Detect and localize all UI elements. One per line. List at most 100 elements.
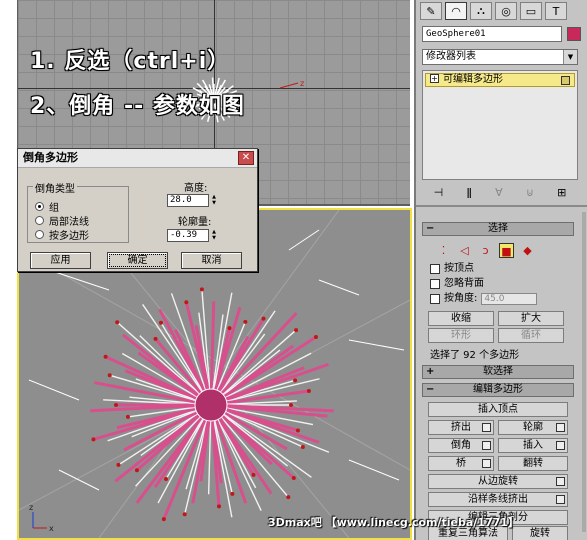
border-level-icon[interactable]: ↄ	[478, 243, 493, 258]
radio-by-polygon[interactable]: 按多边形	[35, 227, 89, 242]
remove-modifier-icon[interactable]: ⊍	[526, 186, 534, 199]
dialog-titlebar[interactable]: 倒角多边形 ✕	[18, 149, 257, 168]
ok-button[interactable]: 确定	[107, 252, 168, 269]
selection-rollout-title: 选择	[488, 223, 508, 234]
subobject-level-icons: ⁚ ◁ ↄ ■ ◆	[436, 242, 556, 258]
bevel-label: 倒角	[451, 440, 471, 451]
modifier-list-label: 修改器列表	[426, 51, 476, 62]
grow-button[interactable]: 扩大	[498, 311, 564, 326]
flip-button[interactable]: 翻转	[498, 456, 568, 471]
show-end-result-icon[interactable]: ǁ	[466, 186, 471, 199]
modify-tab-icon[interactable]: ◠	[445, 2, 467, 20]
hierarchy-tab-icon[interactable]: ⛬	[470, 2, 492, 20]
height-field[interactable]: 28.0	[167, 194, 209, 207]
radio-group[interactable]: 组	[35, 199, 59, 214]
apply-button[interactable]: 应用	[30, 252, 91, 269]
watermark: 3Dmax吧 【www.linecg.com/tieba/1771】	[268, 516, 519, 529]
collapse-icon: −	[426, 384, 435, 395]
angle-spinner[interactable]: 45.0	[481, 292, 538, 305]
motion-tab-icon[interactable]: ◎	[495, 2, 517, 20]
outline-spinner-icon[interactable]: ▲ ▼	[211, 229, 217, 242]
step2-annotation: 2、倒角 -- 参数如图	[30, 94, 245, 119]
ignore-backfacing-label: 忽略背面	[444, 277, 484, 289]
ring-button[interactable]: 环形	[428, 328, 494, 343]
height-spinner-icon[interactable]: ▲ ▼	[211, 194, 217, 207]
by-vertex-checkbox-row[interactable]: 按顶点	[430, 262, 474, 275]
persp-axis-x-label: x	[49, 524, 54, 533]
configure-modifier-sets-icon[interactable]: ⊞	[557, 186, 566, 199]
loop-button[interactable]: 循环	[498, 328, 564, 343]
bevel-button[interactable]: 倒角	[428, 438, 494, 453]
object-color-swatch[interactable]	[567, 27, 581, 41]
close-icon[interactable]: ✕	[238, 151, 254, 165]
selection-rollout-header[interactable]: − 选择	[422, 222, 574, 236]
outline-label: 轮廓	[523, 422, 543, 433]
extrude-settings-icon[interactable]	[482, 423, 491, 432]
soft-selection-rollout-header[interactable]: + 软选择	[422, 365, 574, 379]
extrude-along-spline-button[interactable]: 沿样条线挤出	[428, 492, 568, 507]
inset-settings-icon[interactable]	[556, 441, 565, 450]
command-panel: ✎ ◠ ⛬ ◎ ▭ T GeoSphere01 修改器列表 ▼ + 可编辑多边形 …	[414, 0, 587, 540]
command-panel-tabs: ✎ ◠ ⛬ ◎ ▭ T	[416, 0, 587, 22]
stack-item-editable-poly[interactable]: + 可编辑多边形	[425, 73, 575, 87]
by-angle-label: 按角度:	[444, 292, 478, 304]
step1-annotation: 1. 反选（ctrl+i）	[30, 49, 231, 74]
bevel-settings-icon[interactable]	[482, 441, 491, 450]
bridge-label: 桥	[456, 458, 466, 469]
expand-icon[interactable]: +	[430, 74, 439, 83]
modifier-stack: + 可编辑多边形	[422, 70, 578, 180]
hinge-settings-icon[interactable]	[556, 477, 565, 486]
by-vertex-checkbox[interactable]	[430, 263, 440, 274]
object-name-field[interactable]: GeoSphere01	[422, 26, 562, 42]
radio-local-normal-label: 局部法线	[49, 217, 89, 228]
by-vertex-label: 按顶点	[444, 262, 474, 274]
bevel-type-label: 倒角类型	[33, 180, 77, 195]
pin-stack-icon[interactable]: ⊣	[434, 186, 444, 199]
height-label: 高度:	[184, 183, 208, 194]
ignore-backfacing-checkbox[interactable]	[430, 278, 440, 289]
radio-local-normal-button[interactable]	[35, 216, 44, 225]
outline-button[interactable]: 轮廓	[498, 420, 568, 435]
outline-settings-icon[interactable]	[556, 423, 565, 432]
polygon-level-icon[interactable]: ■	[499, 242, 514, 258]
stack-item-toggle[interactable]	[561, 76, 570, 85]
soft-selection-title: 软选择	[483, 366, 513, 377]
extrude-label: 挤出	[451, 422, 471, 433]
selection-status: 选择了 92 个多边形	[430, 350, 520, 361]
vertex-level-icon[interactable]: ⁚	[436, 243, 451, 258]
bevel-polygons-dialog: 倒角多边形 ✕ 倒角类型 组 局部法线 按多边形 高度: 28.0 ▲ ▼ 轮廓量…	[17, 148, 258, 272]
radio-group-label: 组	[49, 203, 59, 214]
bridge-settings-icon[interactable]	[482, 459, 491, 468]
hinge-from-edge-button[interactable]: 从边旋转	[428, 474, 568, 489]
by-angle-checkbox[interactable]	[430, 293, 440, 304]
extrude-spline-settings-icon[interactable]	[556, 495, 565, 504]
edge-level-icon[interactable]: ◁	[457, 243, 472, 258]
bridge-button[interactable]: 桥	[428, 456, 494, 471]
top-axis-label: z	[300, 79, 304, 88]
panel-scrollbar[interactable]	[582, 212, 586, 532]
modifier-list-dropdown[interactable]: 修改器列表 ▼	[422, 49, 578, 65]
inset-button[interactable]: 插入	[498, 438, 568, 453]
edit-polygons-rollout-header[interactable]: − 编辑多边形	[422, 383, 574, 397]
shrink-button[interactable]: 收缩	[428, 311, 494, 326]
radio-group-button[interactable]	[35, 202, 44, 211]
inset-label: 插入	[523, 440, 543, 451]
by-angle-row[interactable]: 按角度: 45.0	[430, 292, 538, 305]
utilities-tab-icon[interactable]: T	[545, 2, 567, 20]
outline-amount-field[interactable]: -0.39	[167, 229, 209, 242]
stack-item-label: 可编辑多边形	[443, 74, 503, 85]
radio-local-normal[interactable]: 局部法线	[35, 213, 89, 228]
radio-by-polygon-button[interactable]	[35, 230, 44, 239]
make-unique-icon[interactable]: ∀	[495, 186, 503, 199]
hinge-label: 从边旋转	[478, 476, 518, 487]
extrude-button[interactable]: 挤出	[428, 420, 494, 435]
outline-amount-label: 轮廓量:	[178, 217, 212, 228]
element-level-icon[interactable]: ◆	[520, 243, 535, 258]
stack-toolbar: ⊣ ǁ ∀ ⊍ ⊞	[422, 184, 578, 200]
display-tab-icon[interactable]: ▭	[520, 2, 542, 20]
cancel-button[interactable]: 取消	[181, 252, 242, 269]
ignore-backfacing-row[interactable]: 忽略背面	[430, 277, 484, 290]
create-tab-icon[interactable]: ✎	[420, 2, 442, 20]
insert-vertex-button[interactable]: 插入顶点	[428, 402, 568, 417]
turn-button[interactable]: 旋转	[512, 526, 568, 540]
